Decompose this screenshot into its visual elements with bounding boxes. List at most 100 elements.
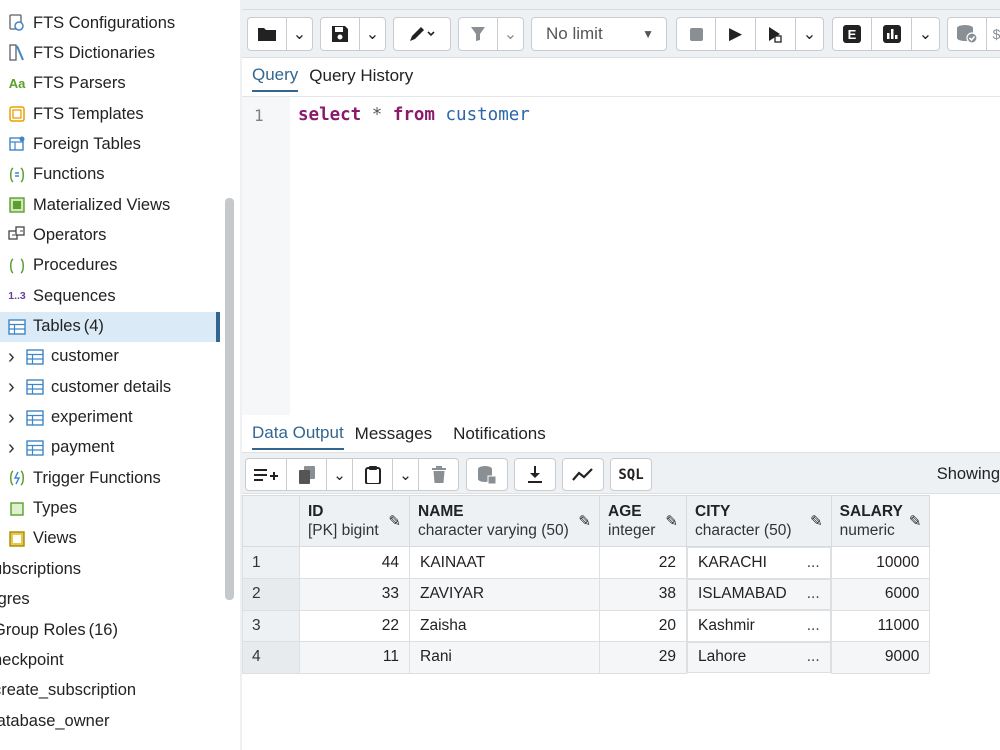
sql-code[interactable]: select * from customer <box>298 105 530 125</box>
tree-item-customer-details[interactable]: › customer details <box>8 372 171 402</box>
execute-button[interactable]: ▶ <box>716 17 756 51</box>
tree-item-sequences[interactable]: 1..3 Sequences <box>8 281 115 311</box>
explain-button[interactable]: E <box>832 17 872 51</box>
cell-salary[interactable]: 6000 <box>830 578 931 611</box>
copy-dropdown[interactable]: ⌄ <box>327 458 353 491</box>
tree-item-ubscriptions[interactable]: ubscriptions <box>0 554 81 584</box>
cell-expand-ellipsis[interactable]: ... <box>807 585 820 603</box>
save-file-button[interactable] <box>320 17 360 51</box>
cell-city[interactable]: KARACHI... <box>687 547 831 579</box>
explain-dropdown[interactable]: ⌄ <box>912 17 940 51</box>
tree-item-heckpoint[interactable]: heckpoint <box>0 645 64 675</box>
table-row[interactable]: 2 33 ZAVIYAR 38 ISLAMABAD... 6000 <box>242 578 931 611</box>
column-header-city[interactable]: CITY character (50) ✎ <box>686 495 832 547</box>
commit-button[interactable] <box>947 17 987 51</box>
tab-query-history[interactable]: Query History <box>309 60 423 92</box>
row-number-cell[interactable]: 4 <box>242 641 300 674</box>
cell-age[interactable]: 38 <box>599 578 687 611</box>
cell-name[interactable]: ZAVIYAR <box>409 578 600 611</box>
sql-editor[interactable]: 1 select * from customer <box>242 96 1000 415</box>
cell-name[interactable]: KAINAAT <box>409 546 600 579</box>
explain-analyze-button[interactable] <box>872 17 912 51</box>
tree-item-views[interactable]: Views <box>8 524 77 554</box>
save-data-button[interactable] <box>466 458 508 491</box>
rollback-button[interactable]: $ <box>987 17 1000 51</box>
tree-item-group-roles[interactable]: Group Roles (16) <box>0 615 118 645</box>
cell-salary[interactable]: 11000 <box>830 609 931 642</box>
cell-city[interactable]: Kashmir... <box>687 610 831 642</box>
tree-item-tgres[interactable]: tgres <box>0 585 30 615</box>
tree-item-tables[interactable]: Tables (4) <box>0 311 220 342</box>
row-limit-select[interactable]: No limit ▼ <box>531 17 667 51</box>
tree-item-fts-configurations[interactable]: FTS Configurations <box>8 8 175 38</box>
chevron-right-icon[interactable]: › <box>8 377 26 397</box>
download-button[interactable] <box>514 458 556 491</box>
cell-id[interactable]: 44 <box>299 546 410 579</box>
tree-item-procedures[interactable]: Procedures <box>8 251 117 281</box>
save-file-dropdown[interactable]: ⌄ <box>360 17 386 51</box>
stop-button[interactable] <box>676 17 716 51</box>
row-number-cell[interactable]: 1 <box>242 546 300 579</box>
chevron-right-icon[interactable]: › <box>8 347 26 367</box>
column-header-name[interactable]: NAME character varying (50) ✎ <box>409 495 600 547</box>
filter-dropdown[interactable]: ⌄ <box>498 17 524 51</box>
tree-item-fts-parsers[interactable]: Aa FTS Parsers <box>8 69 126 99</box>
tree-item-experiment[interactable]: › experiment <box>8 403 133 433</box>
filter-button[interactable] <box>458 17 498 51</box>
copy-button[interactable] <box>287 458 327 491</box>
column-header-salary[interactable]: SALARY numeric ✎ <box>830 495 931 547</box>
row-number-cell[interactable]: 2 <box>242 578 300 611</box>
cell-id[interactable]: 33 <box>299 578 410 611</box>
cell-age[interactable]: 22 <box>599 546 687 579</box>
tree-item-materialized-views[interactable]: Materialized Views <box>8 190 170 220</box>
execute-dropdown[interactable]: ⌄ <box>796 17 824 51</box>
paste-dropdown[interactable]: ⌄ <box>393 458 419 491</box>
chevron-right-icon[interactable]: › <box>8 438 26 458</box>
cell-expand-ellipsis[interactable]: ... <box>807 554 820 572</box>
tree-item-payment[interactable]: › payment <box>8 433 114 463</box>
tree-scrollbar[interactable] <box>225 198 234 600</box>
cell-salary[interactable]: 10000 <box>830 546 931 579</box>
tab-query[interactable]: Query <box>252 60 299 92</box>
cell-id[interactable]: 22 <box>299 609 410 642</box>
column-header-age[interactable]: AGE integer ✎ <box>599 495 687 547</box>
table-row[interactable]: 3 22 Zaisha 20 Kashmir... 11000 <box>242 609 931 642</box>
tree-item-operators[interactable]: Operators <box>8 220 106 250</box>
tree-item-functions[interactable]: Functions <box>8 160 105 190</box>
tree-item-fts-templates[interactable]: FTS Templates <box>8 99 144 129</box>
cell-name[interactable]: Zaisha <box>409 609 600 642</box>
tree-item-fts-dictionaries[interactable]: FTS Dictionaries <box>8 38 155 68</box>
edit-button[interactable] <box>393 17 451 51</box>
column-header-id[interactable]: ID [PK] bigint ✎ <box>299 495 410 547</box>
cell-city[interactable]: ISLAMABAD... <box>687 578 831 610</box>
cell-city[interactable]: Lahore... <box>687 641 831 673</box>
table-row[interactable]: 1 44 KAINAAT 22 KARACHI... 10000 <box>242 546 931 579</box>
tab-data-output[interactable]: Data Output <box>252 418 344 450</box>
tree-item-customer[interactable]: › customer <box>8 342 119 372</box>
execute-script-button[interactable] <box>756 17 796 51</box>
row-number-cell[interactable]: 3 <box>242 609 300 642</box>
cell-salary[interactable]: 9000 <box>830 641 931 674</box>
tree-item-foreign-tables[interactable]: Foreign Tables <box>8 129 141 159</box>
add-row-button[interactable] <box>245 458 287 491</box>
chevron-right-icon[interactable]: › <box>8 408 26 428</box>
tab-messages[interactable]: Messages <box>355 418 442 450</box>
row-number-header[interactable] <box>242 495 300 547</box>
open-file-dropdown[interactable]: ⌄ <box>287 17 313 51</box>
tree-item-types[interactable]: Types <box>8 494 77 524</box>
cell-age[interactable]: 29 <box>599 641 687 674</box>
tree-item-trigger-functions[interactable]: Trigger Functions <box>8 463 161 493</box>
cell-name[interactable]: Rani <box>409 641 600 674</box>
cell-id[interactable]: 11 <box>299 641 410 674</box>
graph-visualiser-button[interactable] <box>562 458 604 491</box>
tree-item-create-subscription[interactable]: create_subscription <box>0 676 136 706</box>
cell-expand-ellipsis[interactable]: ... <box>807 648 820 666</box>
sql-button[interactable]: SQL <box>610 458 652 491</box>
tab-notifications[interactable]: Notifications <box>453 418 556 450</box>
cell-age[interactable]: 20 <box>599 609 687 642</box>
tree-item-latabase-owner[interactable]: latabase_owner <box>0 706 110 736</box>
delete-button[interactable] <box>419 458 459 491</box>
cell-expand-ellipsis[interactable]: ... <box>807 617 820 635</box>
paste-button[interactable] <box>353 458 393 491</box>
open-file-button[interactable] <box>247 17 287 51</box>
